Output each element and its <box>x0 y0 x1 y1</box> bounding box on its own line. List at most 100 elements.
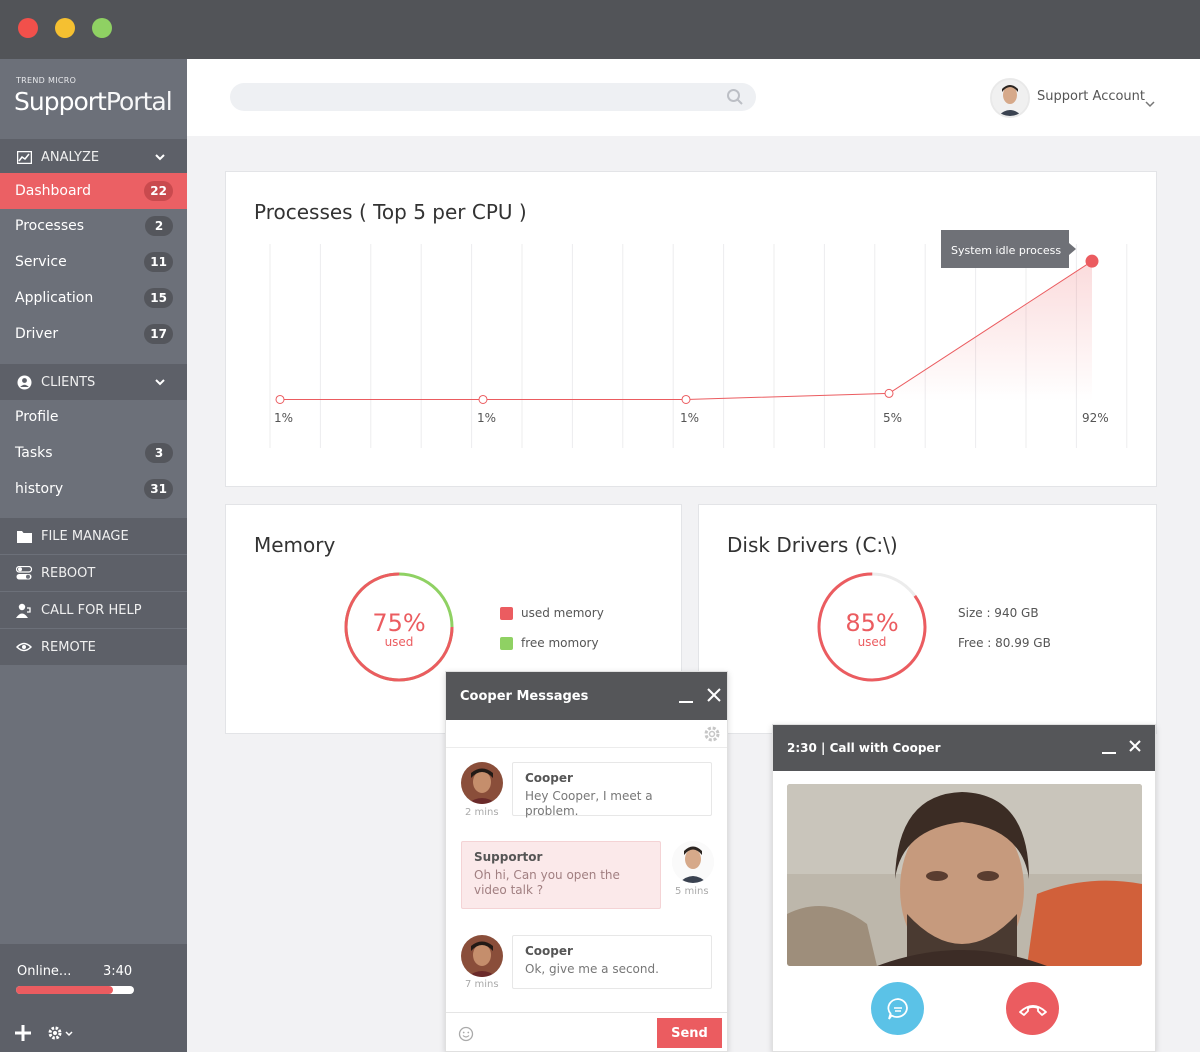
legend-swatch <box>500 636 513 650</box>
emoji-icon[interactable] <box>458 1026 474 1046</box>
sidebar-item-dashboard[interactable]: Dashboard 22 <box>0 173 187 209</box>
folder-icon <box>15 527 33 545</box>
legend-free-label: free momory <box>521 636 599 650</box>
window-zoom-button[interactable] <box>92 18 112 38</box>
disk-card: Disk Drivers (C:\) 85% used Size : 940 G… <box>698 504 1157 734</box>
memory-percent: 75% <box>372 609 426 637</box>
chevron-down-icon[interactable] <box>1145 93 1155 112</box>
brand-name-part2: Portal <box>105 87 173 116</box>
sidebar-item-driver[interactable]: Driver 17 <box>0 316 187 352</box>
minimize-icon[interactable] <box>1101 739 1117 758</box>
status-label: Online... <box>17 964 72 979</box>
account-avatar[interactable] <box>990 78 1030 118</box>
brand-name: SupportPortal <box>14 87 173 116</box>
section-remote[interactable]: REMOTE <box>0 629 187 665</box>
status-progress-bar <box>16 986 134 994</box>
brand-logo[interactable]: TREND MICRO SupportPortal <box>0 59 187 135</box>
sidebar-item-service[interactable]: Service 11 <box>0 244 187 280</box>
plus-icon[interactable] <box>14 1024 32 1046</box>
account-name[interactable]: Support Account <box>1037 89 1145 104</box>
section-reboot[interactable]: REBOOT <box>0 555 187 591</box>
tick-label: 1% <box>477 411 496 425</box>
eye-icon <box>15 638 33 656</box>
window-minimize-button[interactable] <box>55 18 75 38</box>
sidebar-item-label: Tasks <box>15 445 53 461</box>
sidebar-item-label: Processes <box>15 218 85 234</box>
count-badge: 3 <box>145 443 173 463</box>
section-label: REBOOT <box>41 565 96 581</box>
section-file-manage[interactable]: FILE MANAGE <box>0 518 187 554</box>
tick-label: 1% <box>680 411 699 425</box>
data-point[interactable] <box>478 394 488 404</box>
message-sender: Supportor <box>474 850 543 864</box>
minimize-icon[interactable] <box>678 688 694 708</box>
section-analyze-label: ANALYZE <box>41 149 100 165</box>
disk-percent: 85% <box>845 609 899 637</box>
count-badge: 11 <box>144 252 173 272</box>
message-time: 7 mins <box>465 979 499 990</box>
sidebar-item-application[interactable]: Application 15 <box>0 280 187 316</box>
memory-used-label: used <box>384 635 414 649</box>
send-button[interactable]: Send <box>657 1018 722 1048</box>
tick-label: 1% <box>274 411 293 425</box>
sidebar: TREND MICRO SupportPortal ANALYZE CLIENT… <box>0 59 187 1052</box>
chevron-down-icon <box>155 375 165 390</box>
search-input[interactable] <box>230 83 756 111</box>
data-point[interactable] <box>1085 254 1099 268</box>
chat-bubble-icon <box>887 997 908 1020</box>
processes-card: 1% 1% 1% 5% 92% System idle process Processes… <box>225 171 1157 487</box>
sidebar-item-processes[interactable]: Processes 2 <box>0 208 187 244</box>
brand-small-text: TREND MICRO <box>16 76 77 85</box>
cooper-avatar <box>461 935 503 977</box>
window-titlebar <box>0 0 1200 59</box>
legend-free-memory: free momory <box>500 636 599 650</box>
sidebar-item-tasks[interactable]: Tasks 3 <box>0 435 187 471</box>
sidebar-item-label: Profile <box>15 409 59 425</box>
section-label: CALL FOR HELP <box>41 602 142 618</box>
sidebar-item-label: Dashboard <box>15 183 91 199</box>
section-clients[interactable]: CLIENTS <box>0 364 187 400</box>
section-label: REMOTE <box>41 639 96 655</box>
legend-used-label: used memory <box>521 606 604 620</box>
message-sender: Cooper <box>525 771 573 785</box>
message-text: Ok, give me a second. <box>525 962 659 976</box>
message-input[interactable] <box>480 1020 650 1046</box>
tick-label: 92% <box>1082 411 1109 425</box>
window-close-button[interactable] <box>18 18 38 38</box>
legend-swatch <box>500 606 513 620</box>
tooltip-text: System idle process <box>951 244 1061 257</box>
chart-tooltip: System idle process <box>941 230 1076 268</box>
message-composer: Send <box>446 1012 727 1051</box>
close-icon[interactable] <box>1129 740 1141 755</box>
section-call-for-help[interactable]: CALL FOR HELP <box>0 592 187 628</box>
count-badge: 17 <box>144 324 173 344</box>
count-badge: 2 <box>145 216 173 236</box>
data-point[interactable] <box>275 394 285 404</box>
close-icon[interactable] <box>707 688 721 706</box>
message-sender: Cooper <box>525 944 573 958</box>
toggle-icon <box>15 564 33 582</box>
data-point[interactable] <box>681 394 691 404</box>
disk-free: Free : 80.99 GB <box>958 636 1051 650</box>
messages-header: Cooper Messages <box>446 672 727 720</box>
messages-title: Cooper Messages <box>460 688 589 704</box>
messages-window: Cooper Messages 2 mins Cooper Hey Cooper… <box>445 671 728 1052</box>
message-text: Oh hi, Can you open the video talk ? <box>474 868 620 897</box>
hang-up-button[interactable] <box>1006 982 1059 1035</box>
gear-icon[interactable] <box>46 1024 76 1046</box>
tick-label: 5% <box>883 411 902 425</box>
section-label: FILE MANAGE <box>41 528 129 544</box>
search-icon[interactable] <box>726 88 744 110</box>
processes-title: Processes ( Top 5 per CPU ) <box>254 200 527 224</box>
data-point[interactable] <box>884 388 894 398</box>
sidebar-item-history[interactable]: history 31 <box>0 471 187 507</box>
count-badge: 31 <box>144 479 173 499</box>
message-time: 2 mins <box>465 807 499 818</box>
message-bubble: Cooper Hey Cooper, I meet a problem. <box>512 762 712 818</box>
chat-button[interactable] <box>871 982 924 1035</box>
section-analyze[interactable]: ANALYZE <box>0 139 187 175</box>
chevron-down-icon <box>155 150 165 165</box>
settings-gear-icon[interactable] <box>703 725 721 747</box>
sidebar-item-profile[interactable]: Profile <box>0 399 187 435</box>
status-time: 3:40 <box>103 964 133 979</box>
